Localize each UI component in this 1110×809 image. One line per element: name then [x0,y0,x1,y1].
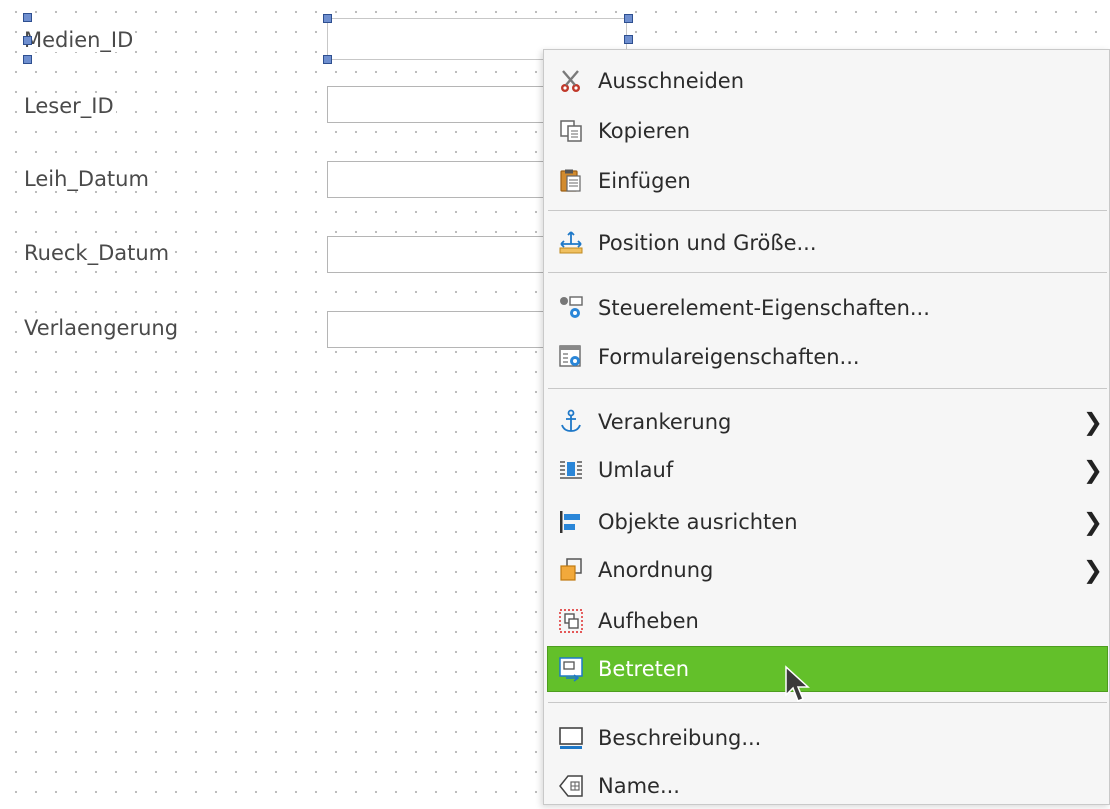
arrange-icon [558,557,584,583]
label-leser-id[interactable]: Leser_ID [22,94,116,118]
menu-item-label: Name... [598,774,680,798]
label-verlaengerung[interactable]: Verlaengerung [22,316,181,340]
menu-item-label: Kopieren [598,119,691,143]
selection-handle[interactable] [624,35,633,44]
chevron-right-icon: ❯ [1082,456,1103,484]
menu-item-control-properties[interactable]: Steuerelement-Eigenschaften... [548,285,1109,331]
menu-item-enter-group[interactable]: Betreten [547,646,1108,692]
mouse-cursor-icon [785,665,810,702]
menu-item-label: Beschreibung... [598,726,762,750]
menu-item-label: Anordnung [598,558,714,582]
menu-item-label: Umlauf [598,458,674,482]
selection-handle[interactable] [624,14,633,23]
context-menu: Ausschneiden Kopieren Einfügen Position … [543,49,1110,805]
menu-separator [548,702,1107,703]
menu-item-label: Betreten [598,657,690,681]
scissors-icon [558,68,584,94]
menu-item-position-size[interactable]: Position und Größe... [548,220,1109,266]
menu-item-label: Verankerung [598,410,732,434]
wrap-icon [558,457,584,483]
menu-item-cut[interactable]: Ausschneiden [548,58,1109,104]
menu-item-label: Aufheben [598,609,699,633]
selection-handle[interactable] [323,14,332,23]
menu-item-description[interactable]: Beschreibung... [548,715,1109,761]
menu-item-label: Objekte ausrichten [598,510,798,534]
form-properties-icon [558,344,584,370]
chevron-right-icon: ❯ [1082,556,1103,584]
name-icon [558,773,584,799]
menu-item-anchor[interactable]: Verankerung ❯ [548,399,1109,445]
menu-item-label: Einfügen [598,169,691,193]
position-size-icon [558,230,584,256]
menu-item-label: Steuerelement-Eigenschaften... [598,296,930,320]
chevron-right-icon: ❯ [1082,508,1103,536]
menu-item-align-objects[interactable]: Objekte ausrichten ❯ [548,499,1109,545]
menu-item-form-properties[interactable]: Formulareigenschaften... [548,334,1109,380]
align-objects-icon [558,509,584,535]
ungroup-icon [558,608,584,634]
menu-item-arrange[interactable]: Anordnung ❯ [548,547,1109,593]
enter-group-icon [558,656,584,682]
control-properties-icon [558,295,584,321]
menu-separator [548,388,1107,389]
chevron-right-icon: ❯ [1082,408,1103,436]
selection-handle[interactable] [23,55,32,64]
copy-icon [558,118,584,144]
label-leih-datum[interactable]: Leih_Datum [22,167,151,191]
description-icon [558,725,584,751]
paste-icon [558,168,584,194]
menu-item-ungroup[interactable]: Aufheben [548,598,1109,644]
anchor-icon [558,409,584,435]
menu-item-name[interactable]: Name... [548,763,1109,809]
menu-item-wrap[interactable]: Umlauf ❯ [548,447,1109,493]
menu-item-label: Ausschneiden [598,69,745,93]
menu-item-copy[interactable]: Kopieren [548,108,1109,154]
selection-handle[interactable] [23,36,32,45]
menu-separator [548,272,1107,273]
selection-handle[interactable] [323,55,332,64]
menu-item-label: Position und Größe... [598,231,817,255]
menu-item-label: Formulareigenschaften... [598,345,860,369]
menu-item-paste[interactable]: Einfügen [548,158,1109,204]
selection-handle[interactable] [23,13,32,22]
label-medien-id[interactable]: Medien_ID [22,28,136,52]
label-rueck-datum[interactable]: Rueck_Datum [22,241,172,265]
menu-separator [548,210,1107,211]
